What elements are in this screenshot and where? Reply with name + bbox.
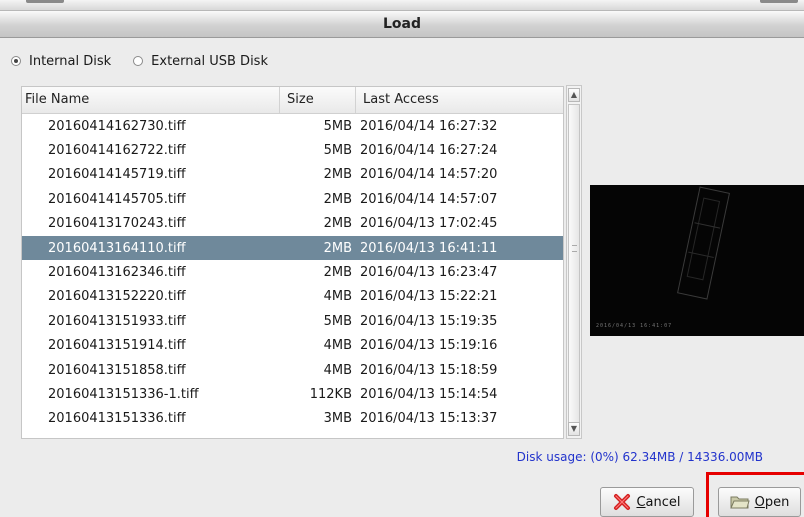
column-header-file-name[interactable]: File Name	[22, 87, 280, 113]
table-row[interactable]: 20160413151336.tiff 3MB 2016/04/13 15:13:3…	[22, 407, 563, 431]
scroll-grip-icon	[572, 245, 577, 252]
top-bar-handle-right	[760, 0, 798, 3]
dialog-title: Load	[0, 10, 804, 38]
file-size-cell: 3MB	[323, 411, 352, 427]
file-name-cell: 20160414145719.tiff	[48, 167, 186, 183]
scroll-down-icon[interactable]: ▼	[568, 422, 580, 436]
table-row[interactable]: 20160413162346.tiff 2MB 2016/04/13 16:23:4…	[22, 260, 563, 284]
table-row[interactable]: 20160413151933.tiff 5MB 2016/04/13 15:19:3…	[22, 309, 563, 333]
file-name-cell: 20160413151336.tiff	[48, 411, 186, 427]
last-access-cell: 2016/04/13 15:13:37	[360, 411, 498, 427]
top-bar-handle-left	[26, 0, 64, 3]
open-button-highlight	[706, 472, 804, 517]
preview-object	[677, 186, 731, 300]
last-access-cell: 2016/04/14 14:57:20	[360, 167, 498, 183]
file-size-cell: 4MB	[323, 289, 352, 305]
column-header-last-access[interactable]: Last Access	[356, 87, 563, 113]
last-access-cell: 2016/04/13 17:02:45	[360, 216, 498, 232]
preview-image	[677, 186, 731, 300]
column-header-size[interactable]: Size	[280, 87, 356, 113]
file-size-cell: 2MB	[323, 240, 352, 256]
radio-unselected-icon[interactable]	[133, 56, 144, 66]
file-size-cell: 2MB	[323, 216, 352, 232]
last-access-cell: 2016/04/14 14:57:07	[360, 191, 498, 207]
file-name-cell: 20160413152220.tiff	[48, 289, 186, 305]
file-list-rows: 20160414162730.tiff 5MB 2016/04/14 16:27:3…	[22, 114, 563, 431]
last-access-cell: 2016/04/13 15:19:35	[360, 313, 498, 329]
scroll-up-icon[interactable]: ▲	[568, 88, 580, 102]
file-size-cell: 5MB	[323, 143, 352, 159]
file-name-cell: 20160413162346.tiff	[48, 265, 186, 281]
file-name-cell: 20160414145705.tiff	[48, 191, 186, 207]
cancel-icon	[613, 493, 631, 511]
table-row[interactable]: 20160414145705.tiff 2MB 2016/04/14 14:57:0…	[22, 187, 563, 211]
last-access-cell: 2016/04/14 16:27:32	[360, 118, 498, 134]
last-access-cell: 2016/04/13 15:22:21	[360, 289, 498, 305]
file-size-cell: 2MB	[323, 265, 352, 281]
source-selector: Internal Disk External USB Disk	[11, 52, 290, 70]
radio-selected-icon[interactable]	[11, 56, 21, 66]
file-name-cell: 20160414162730.tiff	[48, 118, 186, 134]
table-row[interactable]: 20160414162722.tiff 5MB 2016/04/14 16:27:2…	[22, 138, 563, 162]
file-size-cell: 4MB	[323, 338, 352, 354]
window-top-bar	[0, 0, 804, 10]
image-preview: 2016/04/13 16:41:07	[590, 185, 804, 336]
last-access-cell: 2016/04/13 15:14:54	[360, 386, 498, 402]
file-name-cell: 20160413151336-1.tiff	[48, 386, 199, 402]
file-list-header: File Name Size Last Access	[22, 87, 563, 114]
file-size-cell: 2MB	[323, 167, 352, 183]
table-row[interactable]: 20160414162730.tiff 5MB 2016/04/14 16:27:3…	[22, 114, 563, 138]
cancel-button[interactable]: Cancel	[600, 487, 694, 517]
file-name-cell: 20160413151914.tiff	[48, 338, 186, 354]
file-size-cell: 112KB	[309, 386, 352, 402]
file-size-cell: 4MB	[323, 362, 352, 378]
file-size-cell: 5MB	[323, 313, 352, 329]
file-size-cell: 5MB	[323, 118, 352, 134]
table-row[interactable]: 20160413151914.tiff 4MB 2016/04/13 15:19:1…	[22, 334, 563, 358]
radio-external-usb-disk[interactable]: External USB Disk	[133, 54, 268, 69]
cancel-button-label: Cancel	[636, 494, 681, 510]
radio-internal-disk-label: Internal Disk	[29, 53, 112, 69]
radio-external-usb-disk-label: External USB Disk	[151, 53, 268, 69]
last-access-cell: 2016/04/14 16:27:24	[360, 143, 498, 159]
table-row[interactable]: 20160413170243.tiff 2MB 2016/04/13 17:02:4…	[22, 212, 563, 236]
file-size-cell: 2MB	[323, 191, 352, 207]
file-name-cell: 20160413170243.tiff	[48, 216, 186, 232]
table-row[interactable]: 20160413151858.tiff 4MB 2016/04/13 15:18:5…	[22, 358, 563, 382]
last-access-cell: 2016/04/13 16:23:47	[360, 265, 498, 281]
last-access-cell: 2016/04/13 15:19:16	[360, 338, 498, 354]
preview-timestamp: 2016/04/13 16:41:07	[596, 323, 673, 329]
table-row[interactable]: 20160413152220.tiff 4MB 2016/04/13 15:22:2…	[22, 285, 563, 309]
file-name-cell: 20160413151933.tiff	[48, 313, 186, 329]
file-name-cell: 20160413164110.tiff	[48, 240, 186, 256]
table-row[interactable]: 20160413151336-1.tiff 112KB 2016/04/13 15:…	[22, 382, 563, 406]
file-list: File Name Size Last Access 2016041416273…	[21, 86, 564, 439]
table-row[interactable]: 20160414145719.tiff 2MB 2016/04/14 14:57:2…	[22, 163, 563, 187]
last-access-cell: 2016/04/13 16:41:11	[360, 240, 498, 256]
file-name-cell: 20160414162722.tiff	[48, 143, 186, 159]
radio-internal-disk[interactable]: Internal Disk	[11, 54, 111, 69]
table-row[interactable]: 20160413164110.tiff 2MB 2016/04/13 16:41:1…	[22, 235, 563, 261]
file-name-cell: 20160413151858.tiff	[48, 362, 186, 378]
last-access-cell: 2016/04/13 15:18:59	[360, 362, 498, 378]
scrollbar-thumb[interactable]	[568, 104, 580, 426]
disk-usage: Disk usage: (0%) 62.34MB / 14336.00MB	[516, 450, 763, 464]
file-list-scrollbar[interactable]: ▲ ▼	[566, 85, 582, 439]
